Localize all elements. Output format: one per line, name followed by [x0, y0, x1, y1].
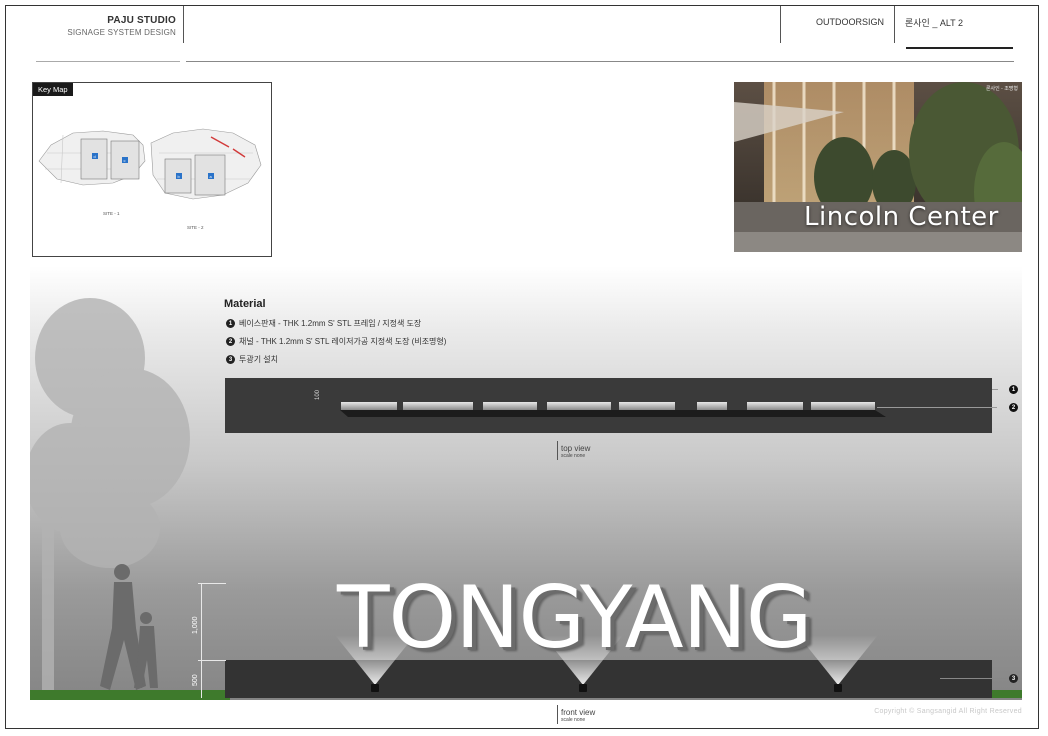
- variant-label: 론사인 _ ALT 2: [905, 18, 964, 28]
- header-rule-left: [36, 61, 180, 62]
- floodlight: [834, 684, 842, 692]
- leader-line: [940, 678, 1006, 679]
- grass-right: [992, 690, 1022, 698]
- view-label-bar: [557, 705, 558, 724]
- front-view-scale: scale none: [561, 717, 586, 723]
- dimension-tick: [198, 583, 226, 584]
- leader-line: [877, 407, 997, 408]
- marker-label: c: [124, 158, 126, 163]
- material-text: 베이스판재 - THK 1.2mm S' STL 프레임 / 지정색 도장: [239, 319, 422, 328]
- photo-tag: 론사인 - 조명형: [985, 86, 1018, 92]
- marker-label: d: [94, 154, 96, 159]
- site-2-label: SITE - 2: [187, 225, 204, 230]
- key-map: Key Map d c b a SITE - 1 SITE - 2: [32, 82, 272, 257]
- category-label: OUTDOORSIGN: [816, 17, 885, 27]
- material-number: 3: [226, 355, 235, 364]
- dimension-base: 500: [192, 674, 199, 686]
- floodlight: [579, 684, 587, 692]
- floodlight: [371, 684, 379, 692]
- top-view-base: 100: [225, 378, 992, 433]
- top-view-label: top view: [561, 444, 591, 453]
- view-label-bar: [557, 441, 558, 460]
- callout-1: 1: [1009, 385, 1018, 394]
- top-view-shadow: [340, 410, 886, 417]
- material-item: 2 채널 - THK 1.2mm S' STL 레이저가공 지정색 도장 (비조…: [226, 336, 446, 347]
- callout-2: 2: [1009, 403, 1018, 412]
- header-divider: [894, 6, 895, 43]
- top-view-dimension: 100: [315, 389, 321, 400]
- reference-photo: 론사인 - 조명형 Lincoln Center: [734, 82, 1022, 252]
- studio-subtitle: SIGNAGE SYSTEM DESIGN: [67, 28, 176, 37]
- variant-underline: [906, 47, 1013, 49]
- tongyang-sign-letters: TONGYANG: [337, 568, 813, 668]
- material-title: Material: [224, 298, 266, 310]
- site-plan-drawing: d c b a: [38, 128, 262, 200]
- silhouette-illustration: [30, 298, 230, 700]
- header-rule-right: [186, 61, 1014, 62]
- site-1-label: SITE - 1: [103, 211, 120, 216]
- copyright-text: Copyright © Sangsangid All Right Reserve…: [874, 708, 1022, 715]
- dimension-line: [201, 583, 202, 698]
- header-divider: [183, 6, 184, 43]
- header-divider: [780, 6, 781, 43]
- material-text: 투광기 설치: [239, 355, 279, 364]
- material-text: 채널 - THK 1.2mm S' STL 레이저가공 지정색 도장 (비조명형…: [239, 337, 447, 346]
- callout-3: 3: [1009, 674, 1018, 683]
- dimension-height: 1,000: [192, 616, 199, 634]
- material-number: 1: [226, 319, 235, 328]
- front-view-label: front view: [561, 708, 596, 717]
- dimension-tick: [198, 660, 226, 661]
- material-number: 2: [226, 337, 235, 346]
- top-view-scale: scale none: [561, 453, 586, 459]
- leader-line: [992, 389, 998, 390]
- material-item: 3 투광기 설치: [226, 354, 278, 365]
- material-item: 1 베이스판재 - THK 1.2mm S' STL 프레임 / 지정색 도장: [226, 318, 421, 329]
- photo-caption: Lincoln Center: [804, 202, 999, 232]
- studio-title: PAJU STUDIO: [107, 15, 176, 26]
